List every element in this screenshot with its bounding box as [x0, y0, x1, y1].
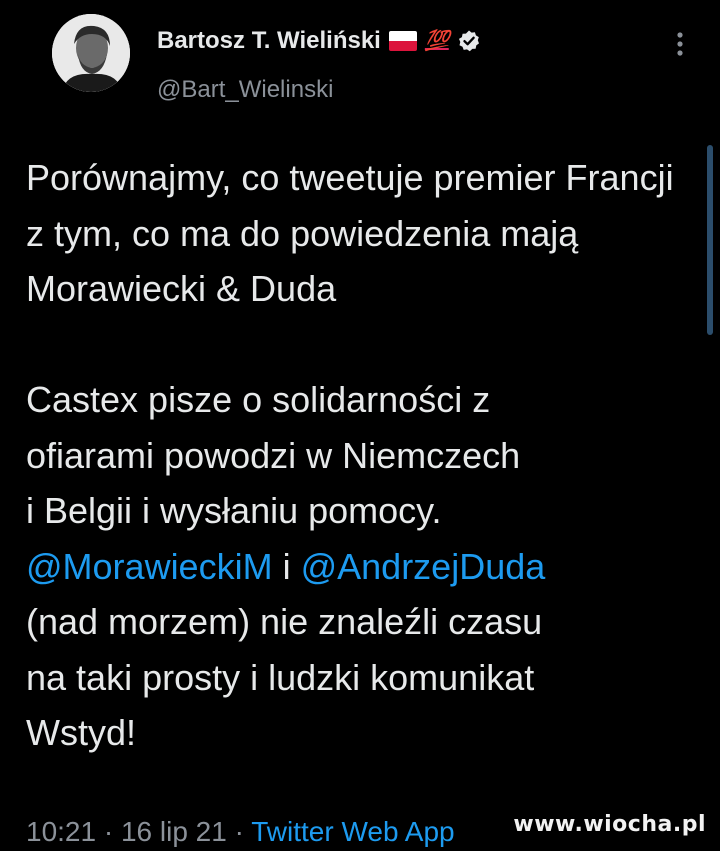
avatar[interactable]: [52, 14, 130, 92]
user-handle[interactable]: @Bart_Wielinski: [157, 76, 333, 104]
mention-morawieckim[interactable]: @MorawieckiM: [26, 546, 273, 587]
tweet-line: i Belgii i wysłaniu pomocy.: [26, 490, 442, 531]
meta-separator: ·: [96, 816, 121, 847]
tweet-text: Porównajmy, co tweetuje premier Francji …: [26, 150, 676, 761]
scrollbar[interactable]: [707, 145, 713, 335]
mentions-line: @MorawieckiM i @AndrzejDuda: [26, 539, 676, 595]
tweet-date[interactable]: 16 lip 21: [121, 816, 227, 847]
tweet-line: Castex pisze o solidarności z: [26, 379, 491, 420]
mention-conjunction: i: [272, 545, 301, 587]
tweet-header: Bartosz T. Wieliński 💯 @Bart_Wielinski: [0, 0, 720, 140]
name-row: Bartosz T. Wieliński 💯: [157, 26, 481, 56]
hundred-points-icon: 💯: [424, 30, 450, 52]
tweet-paragraph-1: Porównajmy, co tweetuje premier Francji …: [26, 157, 674, 309]
tweet-meta: 10:21 · 16 lip 21 · Twitter Web App: [26, 816, 455, 848]
tweet-line: na taki prosty i ludzki komunikat: [26, 656, 535, 698]
verified-badge-icon: [457, 29, 481, 53]
more-options-icon[interactable]: [670, 28, 690, 60]
tweet-line: ofiarami powodzi w Niemczech: [26, 434, 521, 476]
tweet-closing: Wstyd!: [26, 712, 137, 753]
tweet-time[interactable]: 10:21: [26, 816, 96, 847]
poland-flag-icon: [388, 31, 417, 51]
tweet-line: (nad morzem) nie znaleźli czasu: [26, 601, 543, 642]
mention-andrzejduda[interactable]: @AndrzejDuda: [301, 546, 546, 587]
meta-separator: ·: [226, 816, 252, 847]
display-name[interactable]: Bartosz T. Wieliński: [157, 27, 381, 55]
watermark: www.wiocha.pl: [513, 812, 706, 837]
tweet-source[interactable]: Twitter Web App: [251, 816, 454, 847]
